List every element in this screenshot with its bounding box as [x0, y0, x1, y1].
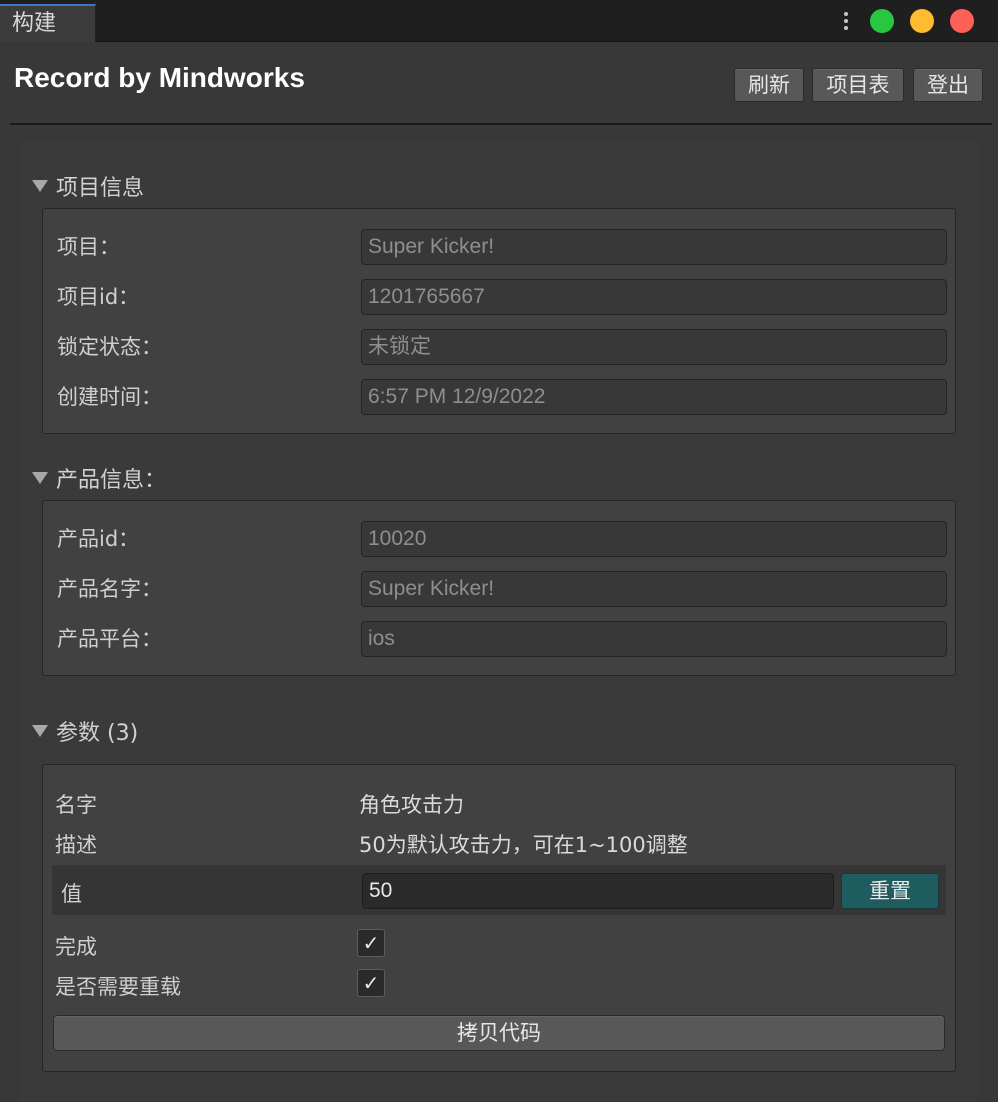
- done-checkbox[interactable]: ✓: [357, 929, 385, 957]
- check-icon: ✓: [362, 931, 380, 955]
- product-name-label: 产品名字：: [57, 577, 162, 601]
- param-name-value: 角色攻击力: [359, 793, 464, 817]
- page-title: Record by Mindworks: [14, 62, 305, 93]
- param-name-label: 名字: [55, 793, 97, 817]
- product-platform-field: ios: [361, 621, 947, 657]
- created-time-field: 6:57 PM 12/9/2022: [361, 379, 947, 415]
- section-title: 参数 (3): [56, 721, 139, 746]
- reset-button[interactable]: 重置: [841, 873, 939, 909]
- check-icon: ✓: [362, 971, 380, 995]
- collapse-triangle-icon: [32, 725, 48, 737]
- collapse-triangle-icon: [32, 472, 48, 484]
- project-name-label: 项目：: [57, 235, 120, 259]
- lock-status-field: 未锁定: [361, 329, 947, 365]
- collapse-triangle-icon: [32, 180, 48, 192]
- param-value-label: 值: [61, 882, 82, 906]
- project-name-field: Super Kicker!: [361, 229, 947, 265]
- copy-code-button[interactable]: 拷贝代码: [53, 1015, 945, 1051]
- project-id-field: 1201765667: [361, 279, 947, 315]
- lock-status-label: 锁定状态：: [57, 335, 162, 359]
- done-label: 完成: [55, 935, 97, 959]
- close-window-button[interactable]: [950, 9, 974, 33]
- param-desc-value: 50为默认攻击力，可在1~100调整: [359, 833, 688, 857]
- param-value-input[interactable]: 50: [362, 873, 834, 909]
- product-id-field: 10020: [361, 521, 947, 557]
- maximize-window-button[interactable]: [870, 9, 894, 33]
- param-desc-label: 描述: [55, 833, 97, 857]
- product-platform-label: 产品平台：: [57, 627, 162, 651]
- section-params-header[interactable]: 参数 (3): [32, 715, 138, 747]
- section-title: 项目信息: [56, 176, 145, 201]
- project-id-label: 项目id：: [57, 285, 140, 309]
- minimize-window-button[interactable]: [910, 9, 934, 33]
- reload-checkbox[interactable]: ✓: [357, 969, 385, 997]
- params-panel: 名字 角色攻击力 描述 50为默认攻击力，可在1~100调整 值 50 重置 完…: [42, 764, 956, 1072]
- created-time-label: 创建时间：: [57, 385, 162, 409]
- project-info-panel: 项目： Super Kicker! 项目id： 1201765667 锁定状态：…: [42, 208, 956, 434]
- header-divider: [10, 123, 992, 125]
- product-info-panel: 产品id： 10020 产品名字： Super Kicker! 产品平台： io…: [42, 500, 956, 676]
- logout-button[interactable]: 登出: [913, 68, 983, 102]
- refresh-button[interactable]: 刷新: [734, 68, 804, 102]
- section-project-info-header[interactable]: 项目信息: [32, 170, 144, 202]
- product-name-field: Super Kicker!: [361, 571, 947, 607]
- window-tab-bar: 构建: [0, 0, 998, 42]
- more-options-icon[interactable]: [838, 8, 854, 34]
- section-title: 产品信息：: [56, 468, 167, 493]
- tab-build[interactable]: 构建: [0, 4, 96, 42]
- product-id-label: 产品id：: [57, 527, 140, 551]
- reload-label: 是否需要重载: [55, 975, 181, 999]
- project-list-button[interactable]: 项目表: [812, 68, 904, 102]
- section-product-info-header[interactable]: 产品信息：: [32, 462, 166, 494]
